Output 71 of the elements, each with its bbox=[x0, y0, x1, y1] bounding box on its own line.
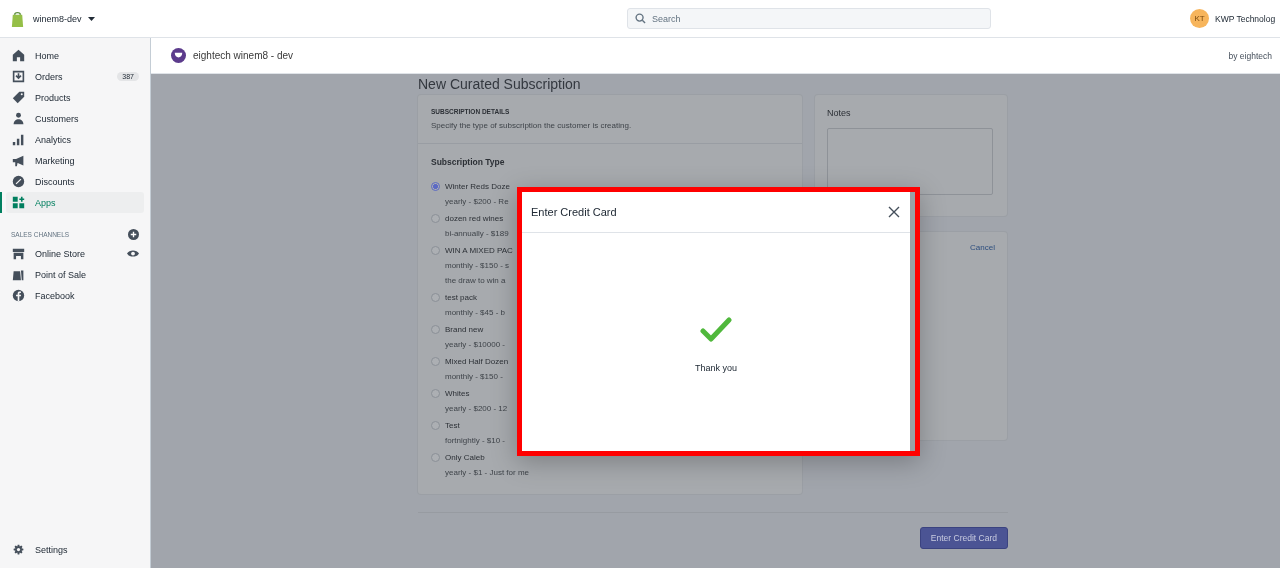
nav-item[interactable]: Analytics bbox=[6, 129, 144, 150]
app-title: eightech winem8 - dev bbox=[193, 50, 294, 61]
section-description: Specify the type of subscription the customer is creating. bbox=[431, 121, 633, 130]
option-label: dozen red wines bbox=[445, 213, 505, 224]
notes-field[interactable] bbox=[827, 128, 993, 195]
option-details: fortnightly - $10 - bbox=[445, 435, 506, 446]
option-details: yearly - $200 - Re bbox=[445, 196, 510, 207]
option-label: Winter Reds Doze bbox=[445, 181, 510, 192]
apps-icon bbox=[12, 196, 25, 209]
store-switcher[interactable]: winem8-dev bbox=[31, 13, 82, 24]
nav-item[interactable]: Discounts bbox=[6, 171, 144, 192]
nav-item[interactable]: Point of Sale bbox=[12, 268, 87, 281]
tag-icon bbox=[12, 91, 25, 104]
app-logo-icon bbox=[171, 48, 186, 63]
nav-item[interactable]: Marketing bbox=[6, 150, 144, 171]
card-title: Notes bbox=[827, 108, 852, 118]
nav-item[interactable]: Home bbox=[6, 45, 144, 66]
radio-button[interactable] bbox=[431, 214, 440, 223]
option-label: WIN A MIXED PAC bbox=[445, 245, 513, 256]
option-label: test pack bbox=[445, 292, 478, 303]
option-label: Only Caleb bbox=[445, 452, 486, 463]
radio-button[interactable] bbox=[431, 421, 440, 430]
settings-link[interactable]: Settings bbox=[6, 539, 144, 560]
option-details: yearly - $1 - Just for me bbox=[445, 467, 530, 478]
option-label: Brand new bbox=[445, 324, 485, 335]
field-label: Subscription Type bbox=[431, 157, 506, 167]
radio-button[interactable] bbox=[431, 389, 440, 398]
radio-button[interactable] bbox=[431, 246, 440, 255]
cancel-link[interactable]: Cancel bbox=[970, 243, 995, 252]
radio-button[interactable] bbox=[431, 293, 440, 302]
radio-button[interactable] bbox=[431, 325, 440, 334]
app-credit: by eightech bbox=[1228, 50, 1272, 61]
modal-title: Enter Credit Card bbox=[531, 206, 617, 218]
page-title: New Curated Subscription bbox=[418, 75, 582, 94]
caret-icon bbox=[87, 16, 95, 21]
option-details: yearly - $10000 - bbox=[445, 339, 506, 350]
nav-item[interactable]: Customers bbox=[6, 108, 144, 129]
bar-chart-icon bbox=[12, 133, 25, 146]
settings-icon bbox=[12, 543, 25, 556]
account-name[interactable]: KWP Technolog bbox=[1215, 13, 1276, 24]
search-field[interactable]: Search bbox=[627, 8, 991, 29]
option-details: monthly - $45 - b bbox=[445, 307, 506, 318]
radio-button[interactable] bbox=[431, 182, 440, 191]
close-icon[interactable] bbox=[888, 206, 900, 218]
option-details: monthly - $150 - bbox=[445, 371, 504, 382]
nav-item[interactable]: Online Store bbox=[12, 247, 86, 260]
megaphone-icon bbox=[12, 154, 25, 167]
inbox-icon bbox=[12, 70, 25, 83]
enter-credit-card-button[interactable]: Enter Credit Card bbox=[919, 527, 1008, 549]
radio-button[interactable] bbox=[431, 357, 440, 366]
avatar[interactable]: KT bbox=[1190, 9, 1209, 28]
option-details: the draw to win a bbox=[445, 275, 507, 286]
person-icon bbox=[12, 112, 25, 125]
option-details: yearly - $200 - 12 bbox=[445, 403, 508, 414]
add-icon[interactable] bbox=[128, 228, 139, 240]
search-icon bbox=[635, 13, 646, 24]
nav-item[interactable]: Facebook bbox=[12, 289, 75, 302]
checkmark-icon bbox=[700, 317, 732, 343]
home-icon bbox=[12, 49, 25, 62]
radio-button[interactable] bbox=[431, 453, 440, 462]
option-details: bi-annually - $189 bbox=[445, 228, 509, 239]
nav-item[interactable]: Products bbox=[6, 87, 144, 108]
storefront-icon bbox=[12, 247, 25, 260]
eye-icon[interactable] bbox=[127, 249, 139, 258]
facebook-icon bbox=[12, 289, 25, 302]
option-label: Test bbox=[445, 420, 461, 431]
option-details: monthly - $150 - s bbox=[445, 260, 511, 271]
shopping-bag-logo-icon bbox=[10, 10, 25, 27]
success-message: Thank you bbox=[695, 363, 737, 373]
option-label: Whites bbox=[445, 388, 471, 399]
option-label: Mixed Half Dozen bbox=[445, 356, 509, 367]
